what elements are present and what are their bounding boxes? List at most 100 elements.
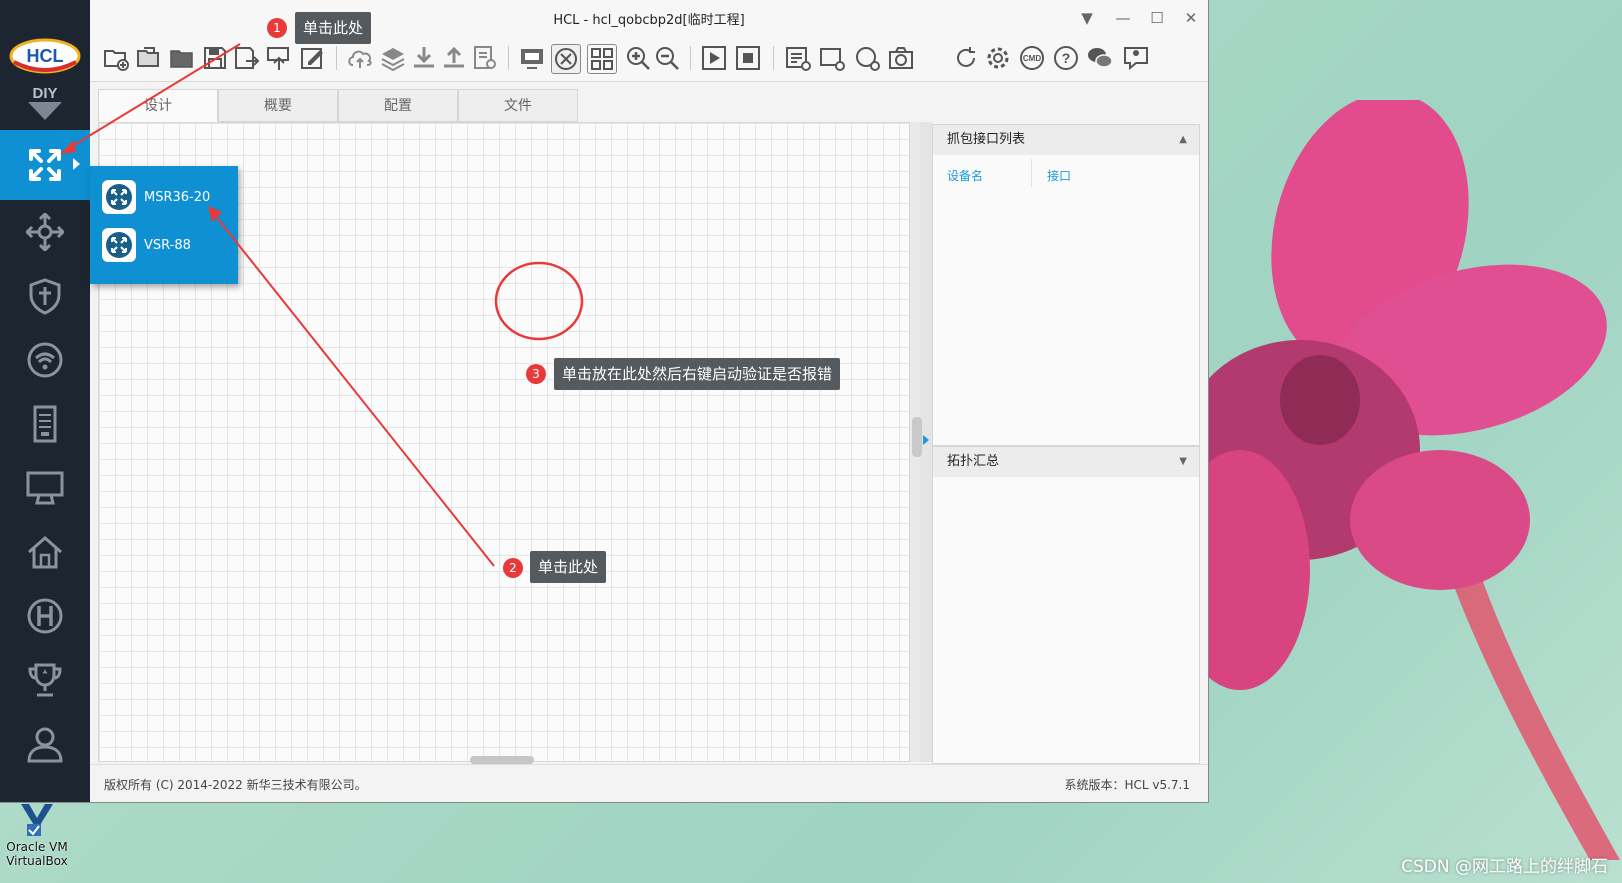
- edit-icon[interactable]: [298, 44, 326, 72]
- trophy-icon: [28, 663, 62, 697]
- column-interface: 接口: [1047, 169, 1072, 183]
- svg-text:CMD: CMD: [1023, 54, 1041, 63]
- tab-summary[interactable]: 概要: [218, 89, 338, 122]
- topology-panel-title: 拓扑汇总: [947, 454, 1000, 469]
- device-vsr-88[interactable]: VSR-88: [102, 226, 191, 264]
- gear-icon[interactable]: [984, 44, 1012, 72]
- step-3-badge: 3: [526, 364, 546, 384]
- sidebar-item-pc[interactable]: [0, 456, 90, 520]
- window-title: HCL - hcl_qobcbp2d[临时工程]: [553, 13, 745, 28]
- open-folder-icon[interactable]: [168, 44, 196, 72]
- user-icon: [27, 727, 63, 763]
- zoom-out-icon[interactable]: [653, 44, 681, 72]
- hcl-window: HCL DIY HCL - hcl_qobcbp2d[临时工程] ▼ — ☐ ✕…: [0, 0, 1209, 803]
- sidebar-item-firewall[interactable]: [0, 264, 90, 328]
- capture-interface-panel: 抓包接口列表 ▲ 设备名 接口: [932, 124, 1200, 446]
- virtualbox-desktop-icon[interactable]: Oracle VM VirtualBox: [4, 800, 70, 868]
- status-bar: 版权所有 (C) 2014-2022 新华三技术有限公司。 系统版本：HCL v…: [90, 764, 1208, 802]
- router-device-icon: [106, 232, 132, 258]
- console-icon[interactable]: [518, 44, 546, 72]
- firewall-icon: [29, 278, 61, 315]
- sidebar-item-switch[interactable]: [0, 200, 90, 264]
- device-label: MSR36-20: [144, 189, 211, 205]
- step-2-badge: 2: [503, 558, 523, 578]
- new-project-icon[interactable]: [102, 44, 130, 72]
- topology-icon[interactable]: [551, 44, 581, 74]
- add-rectangle-icon[interactable]: [818, 44, 846, 72]
- topology-summary-panel: 拓扑汇总 ▼: [932, 446, 1200, 764]
- pc-terminal-icon: [26, 471, 64, 505]
- save-as-icon[interactable]: [232, 44, 260, 72]
- diy-icon[interactable]: DIY: [22, 82, 68, 122]
- download-icon[interactable]: [410, 44, 438, 72]
- document-settings-icon[interactable]: [471, 44, 499, 72]
- desktop-icon-label-2: VirtualBox: [6, 854, 68, 868]
- tab-config[interactable]: 配置: [338, 89, 458, 122]
- collapse-icon[interactable]: ▲: [1179, 125, 1187, 155]
- router-icon: [29, 149, 61, 181]
- maximize-button[interactable]: ☐: [1144, 6, 1170, 30]
- sidebar-item-home[interactable]: [0, 520, 90, 584]
- sidebar-item-trophy[interactable]: [0, 648, 90, 712]
- main-toolbar: CMD ?: [90, 36, 1208, 82]
- desktop-wallpaper-flower: [1170, 100, 1620, 860]
- capture-panel-title: 抓包接口列表: [947, 132, 1026, 147]
- h-logo-icon: [27, 598, 63, 634]
- router-device-icon: [106, 184, 132, 210]
- sidebar-item-h[interactable]: [0, 584, 90, 648]
- sidebar-item-user[interactable]: [0, 712, 90, 776]
- device-label: VSR-88: [144, 237, 191, 253]
- title-bar: HCL - hcl_qobcbp2d[临时工程] ▼ — ☐ ✕: [90, 0, 1208, 36]
- csdn-watermark: CSDN @网工路上的绊脚石: [1401, 857, 1608, 877]
- step-1-callout: 单击此处: [295, 12, 372, 44]
- expand-icon[interactable]: ▼: [1179, 447, 1187, 477]
- logo-text: HCL: [27, 46, 64, 66]
- add-ellipse-icon[interactable]: [853, 44, 881, 72]
- tab-design[interactable]: 设计: [98, 89, 218, 122]
- column-device-name: 设备名: [947, 169, 984, 183]
- feedback-icon[interactable]: [1122, 44, 1150, 72]
- minimize-button[interactable]: —: [1110, 6, 1136, 30]
- start-icon[interactable]: [700, 44, 728, 72]
- desktop-icon-label-1: Oracle VM: [6, 840, 68, 854]
- dropdown-control[interactable]: ▼: [1074, 6, 1100, 30]
- device-msr36-20[interactable]: MSR36-20: [102, 178, 210, 216]
- expand-arrow-icon[interactable]: [923, 435, 929, 445]
- wechat-icon[interactable]: [1086, 44, 1114, 72]
- step-2-callout: 单击此处: [530, 551, 607, 583]
- device-sidebar: HCL DIY: [0, 0, 90, 802]
- import-icon[interactable]: [265, 44, 293, 72]
- sidebar-item-server[interactable]: [0, 392, 90, 456]
- refresh-icon[interactable]: [952, 44, 980, 72]
- camera-icon[interactable]: [887, 44, 915, 72]
- server-icon: [33, 405, 57, 443]
- router-flyout-menu: MSR36-20 VSR-88: [90, 166, 238, 284]
- grid-view-icon[interactable]: [587, 44, 617, 74]
- zoom-in-icon[interactable]: [624, 44, 652, 72]
- hcl-logo: HCL: [8, 34, 82, 74]
- help-icon[interactable]: ?: [1052, 44, 1080, 72]
- tab-files[interactable]: 文件: [458, 89, 578, 122]
- layers-icon[interactable]: [379, 44, 407, 72]
- step-1-badge: 1: [267, 18, 287, 38]
- copyright-text: 版权所有 (C) 2014-2022 新华三技术有限公司。: [104, 778, 367, 792]
- switch-icon: [26, 213, 64, 251]
- open-file-icon[interactable]: [135, 44, 163, 72]
- version-text: 系统版本：HCL v5.7.1: [1064, 778, 1190, 792]
- cloud-upload-icon[interactable]: [346, 44, 374, 72]
- svg-text:?: ?: [1062, 50, 1071, 66]
- stop-icon[interactable]: [734, 44, 762, 72]
- sidebar-item-wireless[interactable]: [0, 328, 90, 392]
- cmd-icon[interactable]: CMD: [1018, 44, 1046, 72]
- wireless-icon: [27, 342, 63, 378]
- home-icon: [28, 536, 62, 569]
- horizontal-scrollbar-thumb[interactable]: [470, 756, 534, 764]
- upload-icon[interactable]: [440, 44, 468, 72]
- diy-text: DIY: [32, 85, 57, 102]
- add-list-icon[interactable]: [784, 44, 812, 72]
- close-button[interactable]: ✕: [1178, 6, 1204, 30]
- sidebar-item-router[interactable]: [0, 130, 90, 200]
- save-icon[interactable]: [201, 44, 229, 72]
- virtualbox-icon: [21, 804, 53, 836]
- panel-splitter[interactable]: [912, 122, 932, 762]
